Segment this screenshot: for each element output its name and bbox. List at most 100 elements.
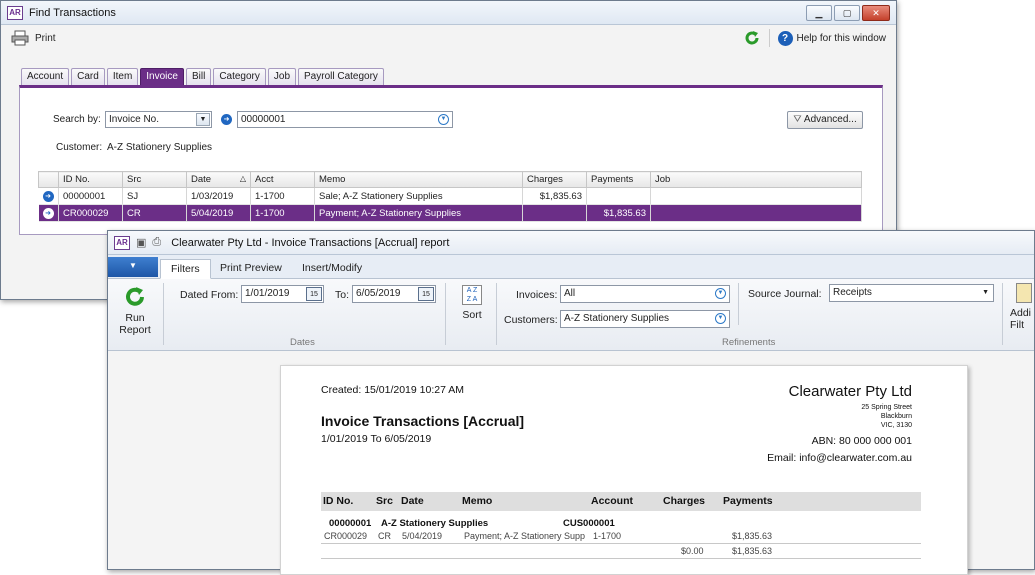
company-abn: ABN: 80 000 000 001 — [811, 435, 912, 447]
col-job[interactable]: Job — [650, 171, 862, 188]
chevron-down-icon: ▼ — [196, 113, 210, 126]
arrow-right-icon: ➜ — [42, 191, 54, 202]
printer-icon[interactable]: ⎙ — [152, 236, 161, 249]
search-by-select[interactable]: Invoice No. ▼ — [105, 111, 212, 128]
printer-icon — [11, 30, 29, 46]
customers-select[interactable]: A-Z Stationery Supplies ▼ — [560, 310, 730, 328]
source-journal-select[interactable]: Receipts ▼ — [829, 284, 994, 302]
row-arrow[interactable]: ➜ — [38, 187, 59, 205]
refresh-icon[interactable] — [743, 29, 761, 47]
cell-memo: Payment; A-Z Stationery Supplies — [314, 204, 523, 222]
print-button[interactable]: Print — [11, 30, 56, 46]
tab-category[interactable]: Category — [213, 68, 266, 85]
date-to-value: 6/05/2019 — [356, 288, 401, 299]
tab-filters[interactable]: Filters — [160, 259, 211, 279]
col-selector — [38, 171, 59, 188]
report-heading: Invoice Transactions [Accrual] — [321, 413, 525, 429]
col-charges[interactable]: Charges — [522, 171, 587, 188]
group-id: 00000001 — [329, 518, 372, 529]
to-label: To: — [335, 289, 350, 301]
search-panel: Search by: Invoice No. ▼ ➜ 00000001 ▼ ⛛ … — [19, 85, 883, 235]
invoices-select[interactable]: All ▼ — [560, 285, 730, 303]
invoices-label: Invoices: — [516, 289, 558, 301]
col-date-label: Date — [191, 174, 212, 185]
sort-button[interactable]: A ZZ A Sort — [458, 285, 486, 321]
run-report-button[interactable]: Run Report — [118, 285, 152, 336]
search-tabs: Account Card Item Invoice Bill Category … — [21, 68, 384, 85]
cell-memo: Sale; A-Z Stationery Supplies — [314, 187, 523, 205]
chevron-down-icon: ▼ — [982, 289, 989, 296]
chevron-down-icon: ▼ — [715, 313, 726, 324]
dated-from-value: 1/01/2019 — [245, 288, 290, 299]
report-page: Created: 15/01/2019 10:27 AM Invoice Tra… — [280, 365, 968, 575]
tab-account[interactable]: Account — [21, 68, 70, 85]
company-address-1: 25 Spring Street — [861, 404, 912, 411]
col-date[interactable]: Date △ — [186, 171, 251, 188]
tab-job[interactable]: Job — [267, 68, 297, 85]
col-acct[interactable]: Acct — [250, 171, 315, 188]
report-column-header: ID No. Src Date Memo Account Charges Pay… — [321, 492, 921, 511]
cell-acct: 1-1700 — [250, 187, 315, 205]
close-button[interactable]: ✕ — [862, 5, 890, 21]
title-bar: AR Find Transactions ▁ ▢ ✕ — [1, 1, 896, 25]
calendar-icon[interactable]: 15 — [306, 287, 322, 301]
col-id[interactable]: ID No. — [58, 171, 123, 188]
advanced-button[interactable]: ⛛ Advanced... — [787, 111, 863, 129]
cell-src: CR — [122, 204, 187, 222]
cell-charges — [522, 204, 587, 222]
search-value-input[interactable]: 00000001 ▼ — [237, 111, 453, 128]
col-date: Date — [401, 495, 424, 507]
cell-id: 00000001 — [58, 187, 123, 205]
arrow-right-icon: ➜ — [42, 208, 54, 219]
run-report-label-2: Report — [119, 324, 151, 336]
cell-job — [650, 187, 862, 205]
dated-from-input[interactable]: 1/01/2019 15 — [241, 285, 324, 303]
row-arrow[interactable]: ➜ — [38, 204, 59, 222]
cell-src: SJ — [122, 187, 187, 205]
app-menu-button[interactable]: ▼ — [108, 257, 158, 277]
table-row[interactable]: ➜ 00000001 SJ 1/03/2019 1-1700 Sale; A-Z… — [38, 187, 862, 205]
tab-print-preview[interactable]: Print Preview — [210, 259, 292, 279]
line-id: CR000029 — [324, 531, 368, 541]
total-divider — [321, 543, 921, 544]
app-icon: AR — [114, 235, 130, 250]
save-icon[interactable]: ▣ — [136, 236, 146, 249]
tab-invoice[interactable]: Invoice — [140, 68, 184, 85]
tab-payroll-category[interactable]: Payroll Category — [298, 68, 384, 85]
col-payments[interactable]: Payments — [586, 171, 651, 188]
run-report-icon — [126, 287, 144, 306]
tab-card[interactable]: Card — [71, 68, 105, 85]
ribbon-tabs: ▼ Filters Print Preview Insert/Modify — [108, 255, 1034, 279]
col-account: Account — [591, 495, 633, 507]
company-address-2: Blackburn — [880, 413, 912, 420]
search-value: 00000001 — [241, 114, 286, 125]
col-src[interactable]: Src — [122, 171, 187, 188]
report-created: Created: 15/01/2019 10:27 AM — [321, 384, 465, 396]
company-name: Clearwater Pty Ltd — [788, 383, 912, 400]
filters-ribbon: Run Report Dated From: 1/01/2019 15 To: … — [108, 279, 1034, 351]
col-payments: Payments — [723, 495, 773, 507]
maximize-button[interactable]: ▢ — [834, 5, 860, 21]
dated-from-label: Dated From: — [180, 289, 239, 301]
tab-bill[interactable]: Bill — [185, 68, 212, 85]
col-src: Src — [376, 495, 393, 507]
help-button[interactable]: ? Help for this window — [777, 30, 886, 46]
date-to-input[interactable]: 6/05/2019 15 — [352, 285, 436, 303]
col-charges: Charges — [663, 495, 706, 507]
customers-label: Customers: — [504, 314, 558, 326]
tab-insert-modify[interactable]: Insert/Modify — [292, 259, 372, 279]
calendar-icon[interactable]: 15 — [418, 287, 434, 301]
search-by-label: Search by: — [53, 114, 101, 125]
add-filters-button[interactable]: Addi Filt — [1010, 283, 1035, 331]
sort-asc-icon: △ — [239, 174, 246, 183]
group-name: A-Z Stationery Supplies — [381, 518, 489, 529]
table-row-selected[interactable]: ➜ CR000029 CR 5/04/2019 1-1700 Payment; … — [38, 204, 862, 222]
minimize-button[interactable]: ▁ — [806, 5, 832, 21]
cell-date: 5/04/2019 — [186, 204, 251, 222]
add-filters-label-2: Filt — [1010, 319, 1024, 331]
advanced-label: Advanced... — [803, 114, 857, 125]
line-date: 5/04/2019 — [402, 531, 443, 541]
col-memo[interactable]: Memo — [314, 171, 523, 188]
go-arrow-icon: ➜ — [221, 114, 232, 125]
tab-item[interactable]: Item — [106, 68, 139, 85]
